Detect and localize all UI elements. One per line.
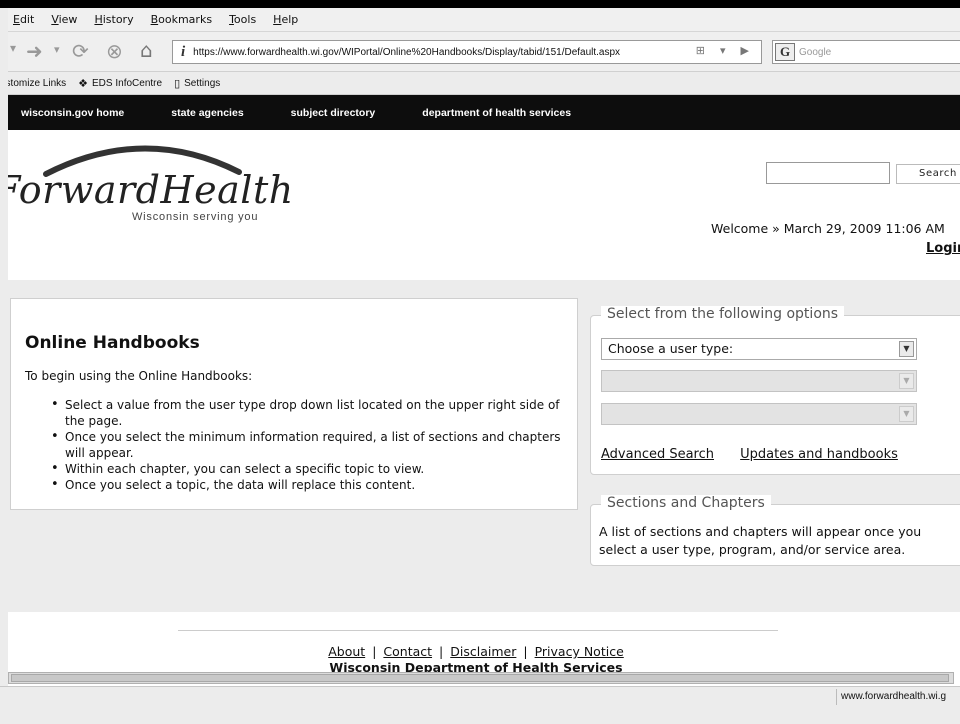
browser-search-placeholder: Google (799, 46, 832, 58)
list-item: Once you select the minimum information … (51, 429, 565, 461)
chevron-down-icon: ▼ (899, 406, 914, 422)
menu-view[interactable]: View (51, 13, 77, 26)
footer-privacy-link[interactable]: Privacy Notice (535, 644, 624, 659)
forward-icon[interactable]: ➜ (26, 41, 43, 61)
service-area-select[interactable]: ▼ (601, 403, 917, 425)
instruction-list: Select a value from the user type drop d… (51, 397, 565, 493)
people-icon: ❖ (78, 77, 89, 90)
home-icon[interactable]: ⌂ (140, 40, 153, 60)
user-type-select[interactable]: Choose a user type: ▼ (601, 338, 917, 360)
window-left-edge (0, 8, 8, 724)
option-links: Advanced Search Updates and handbooks (601, 447, 920, 462)
forwardhealth-logo[interactable]: ForwardHealth Wisconsin serving you (0, 136, 304, 226)
bookmarks-bar: ustomize Links ❖ EDS InfoCentre ▯ Settings (0, 72, 960, 95)
site-search-input[interactable] (766, 162, 890, 184)
site-header: ForwardHealth Wisconsin serving you Sear… (0, 130, 960, 280)
status-bar: www.forwardhealth.wi.g (0, 686, 960, 708)
rss-icon[interactable]: ⊞ ▾ ▶ (696, 44, 755, 57)
list-item: Select a value from the user type drop d… (51, 397, 565, 429)
reload-icon[interactable]: ⟳ (72, 41, 89, 61)
menu-tools[interactable]: Tools (229, 13, 256, 26)
nav-department-of-health-services[interactable]: department of health services (422, 107, 571, 119)
footer-divider (178, 630, 778, 631)
horizontal-scrollbar[interactable] (8, 672, 954, 684)
advanced-search-link[interactable]: Advanced Search (601, 447, 714, 462)
info-icon[interactable]: i (181, 44, 185, 61)
handbooks-panel: Online Handbooks To begin using the Onli… (10, 298, 578, 510)
bookmark-settings[interactable]: ▯ Settings (174, 77, 220, 90)
stop-icon[interactable]: ⊗ (106, 41, 123, 61)
sections-legend: Sections and Chapters (601, 495, 771, 511)
sections-text: A list of sections and chapters will app… (599, 524, 922, 557)
browser-window: Edit View History Bookmarks Tools Help ▾… (0, 8, 960, 724)
browser-search-box[interactable]: G Google (772, 40, 960, 64)
scrollbar-thumb[interactable] (11, 674, 949, 682)
list-item: Within each chapter, you can select a sp… (51, 461, 565, 477)
address-text: https://www.forwardhealth.wi.gov/WIPorta… (193, 46, 621, 58)
chevron-down-icon: ▼ (899, 373, 914, 389)
bookmark-customize-links[interactable]: ustomize Links (0, 78, 66, 89)
forward-dropdown-icon[interactable]: ▾ (54, 44, 60, 55)
footer-disclaimer-link[interactable]: Disclaimer (450, 644, 516, 659)
site-top-nav: wisconsin.gov home state agencies subjec… (0, 95, 960, 130)
nav-state-agencies[interactable]: state agencies (171, 107, 243, 119)
program-select[interactable]: ▼ (601, 370, 917, 392)
menu-bar: Edit View History Bookmarks Tools Help (0, 8, 960, 32)
updates-handbooks-link[interactable]: Updates and handbooks (740, 447, 898, 462)
welcome-text: Welcome » March 29, 2009 11:06 AM (711, 221, 945, 236)
menu-bookmarks[interactable]: Bookmarks (151, 13, 212, 26)
status-url: www.forwardhealth.wi.g (836, 689, 946, 705)
site-search-button[interactable]: Search (896, 164, 960, 184)
options-legend: Select from the following options (601, 306, 845, 322)
page-title: Online Handbooks (25, 333, 200, 353)
back-dropdown-icon[interactable]: ▾ (10, 42, 16, 54)
footer-about-link[interactable]: About (328, 644, 365, 659)
navigation-toolbar: ▾ ➜ ▾ ⟳ ⊗ ⌂ i https://www.forwardhealth.… (0, 32, 960, 72)
footer-links: About | Contact | Disclaimer | Privacy Notice (328, 644, 624, 659)
address-bar[interactable]: i https://www.forwardhealth.wi.gov/WIPor… (172, 40, 762, 64)
nav-subject-directory[interactable]: subject directory (291, 107, 376, 119)
nav-wisconsin-gov-home[interactable]: wisconsin.gov home (21, 107, 124, 119)
menu-history[interactable]: History (94, 13, 133, 26)
google-icon[interactable]: G (775, 43, 795, 61)
chevron-down-icon: ▼ (899, 341, 914, 357)
list-item: Once you select a topic, the data will r… (51, 477, 565, 493)
bookmark-eds-infocentre[interactable]: ❖ EDS InfoCentre (78, 77, 162, 90)
main-content: Online Handbooks To begin using the Onli… (0, 298, 960, 612)
sections-fieldset: Sections and Chapters A list of sections… (590, 495, 960, 566)
menu-edit[interactable]: Edit (13, 13, 34, 26)
intro-text: To begin using the Online Handbooks: (25, 369, 253, 383)
login-link[interactable]: Login (926, 241, 960, 256)
menu-help[interactable]: Help (273, 13, 298, 26)
options-fieldset: Select from the following options Choose… (590, 306, 960, 475)
footer-contact-link[interactable]: Contact (383, 644, 432, 659)
page-icon: ▯ (174, 77, 181, 90)
